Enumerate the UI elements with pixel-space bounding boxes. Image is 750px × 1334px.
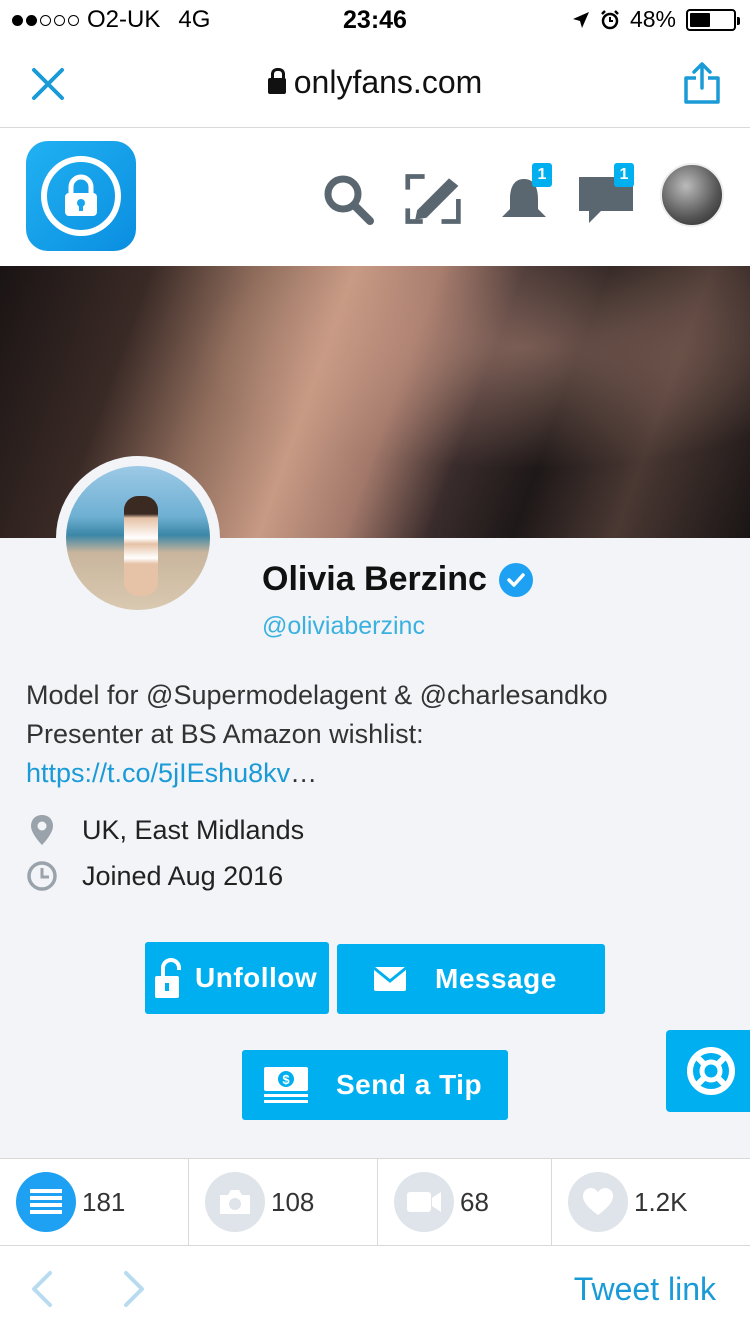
lock-icon	[267, 68, 286, 94]
location-pin-icon	[26, 814, 58, 846]
video-camera-icon	[394, 1172, 454, 1232]
app-header: 1 1	[0, 129, 750, 266]
help-button[interactable]	[666, 1030, 750, 1112]
joined-row: Joined Aug 2016	[26, 860, 283, 892]
joined-text: Joined Aug 2016	[82, 860, 284, 891]
status-right: 48%	[572, 6, 740, 33]
onlyfans-logo[interactable]	[26, 141, 136, 251]
location-arrow-icon	[572, 11, 589, 28]
forward-arrow-icon[interactable]	[112, 1269, 152, 1309]
profile-handle: @oliviaberzinc	[262, 612, 425, 640]
location-row: UK, East Midlands	[26, 814, 304, 846]
posts-count: 181	[82, 1186, 126, 1217]
camera-icon	[205, 1172, 265, 1232]
lifebuoy-icon	[687, 1047, 735, 1095]
url-text: onlyfans.com	[293, 64, 483, 100]
unfollow-label: Unfollow	[195, 962, 318, 993]
posts-tab[interactable]: 181	[0, 1159, 189, 1245]
messages-badge: 1	[614, 163, 634, 187]
verified-icon	[498, 562, 533, 597]
search-icon[interactable]	[318, 169, 378, 229]
url-bar[interactable]: onlyfans.com	[0, 64, 750, 101]
list-icon	[16, 1172, 76, 1232]
videos-count: 68	[460, 1186, 489, 1217]
message-button[interactable]: Message	[337, 944, 605, 1014]
envelope-icon	[373, 966, 407, 991]
share-icon[interactable]	[682, 62, 722, 104]
alarm-icon	[601, 9, 619, 29]
videos-tab[interactable]: 68	[378, 1159, 552, 1245]
heart-icon	[568, 1172, 628, 1232]
stats-bar: 181 108 68 1.2K	[0, 1158, 750, 1246]
send-tip-label: Send a Tip	[336, 1069, 483, 1100]
browser-bottom-nav: Tweet link	[0, 1247, 750, 1334]
browser-bar: onlyfans.com	[0, 40, 750, 128]
compose-icon[interactable]	[404, 169, 464, 229]
location-text: UK, East Midlands	[82, 814, 305, 845]
money-stack-icon: $	[264, 1067, 308, 1103]
unfollow-button[interactable]: Unfollow	[145, 942, 329, 1014]
profile-name-row: Olivia Berzinc	[262, 560, 533, 599]
chat-icon[interactable]: 1	[576, 163, 636, 229]
lock-icon	[65, 174, 97, 216]
status-bar: O2-UK 4G 23:46 48%	[0, 0, 750, 40]
message-label: Message	[435, 963, 557, 994]
notifications-badge: 1	[532, 163, 552, 187]
profile-name: Olivia Berzinc	[262, 560, 487, 598]
likes-tab[interactable]: 1.2K	[552, 1159, 750, 1245]
bio-line: Model for @Supermodelagent & @charlesand…	[26, 680, 608, 710]
clock-icon	[26, 860, 58, 892]
battery-icon	[686, 8, 740, 31]
profile-bio: Model for @Supermodelagent & @charlesand…	[26, 676, 726, 793]
bio-link[interactable]: https://t.co/5jIEshu8kv	[26, 758, 290, 788]
likes-count: 1.2K	[634, 1186, 688, 1217]
bio-line: Presenter at BS Amazon wishlist:	[26, 719, 424, 749]
bell-icon[interactable]: 1	[494, 163, 554, 229]
unlock-icon	[155, 958, 181, 998]
battery-percent: 48%	[629, 6, 676, 32]
photos-tab[interactable]: 108	[189, 1159, 378, 1245]
send-tip-button[interactable]: $ Send a Tip	[242, 1050, 508, 1120]
svg-text:$: $	[282, 1072, 290, 1087]
photos-count: 108	[271, 1186, 315, 1217]
back-arrow-icon[interactable]	[24, 1269, 64, 1309]
profile-avatar[interactable]	[56, 456, 220, 620]
bio-ellipsis: …	[290, 758, 318, 788]
tweet-link[interactable]: Tweet link	[574, 1271, 716, 1308]
user-avatar[interactable]	[660, 163, 724, 227]
